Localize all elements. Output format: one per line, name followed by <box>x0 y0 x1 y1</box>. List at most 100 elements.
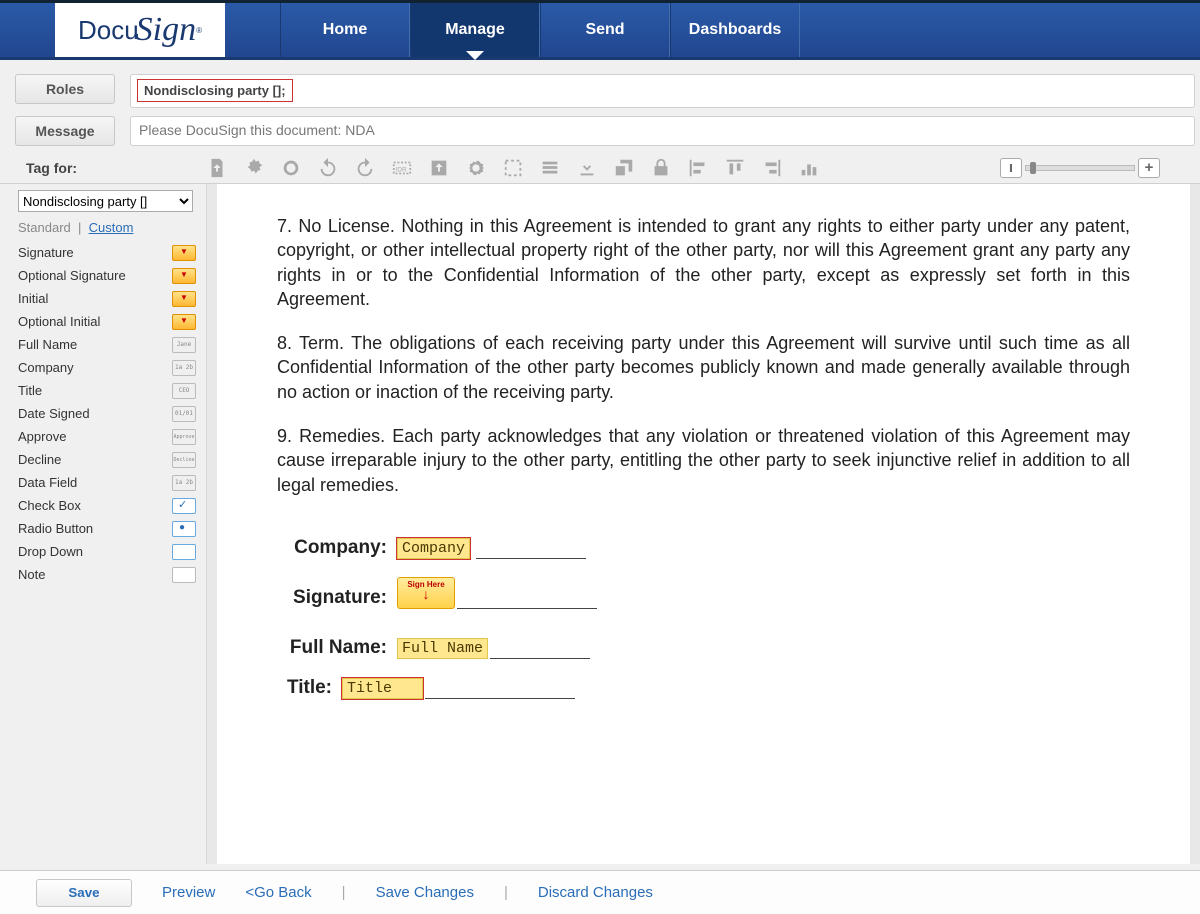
signature-icon <box>172 245 196 261</box>
page-down-icon[interactable] <box>206 157 228 179</box>
roles-button[interactable]: Roles <box>15 74 115 104</box>
footer-bar: Save Preview <Go Back | Save Changes | D… <box>0 870 1200 914</box>
align-top-icon[interactable] <box>724 157 746 179</box>
preview-link[interactable]: Preview <box>162 884 215 901</box>
dropdown-icon <box>172 544 196 560</box>
label-signature: Signature: <box>277 587 387 609</box>
footer-separator: | <box>504 884 508 901</box>
paragraph-7: 7. No License. Nothing in this Agreement… <box>277 214 1130 311</box>
zoom-slider[interactable] <box>1025 165 1135 171</box>
underline <box>425 681 575 699</box>
paragraph-8: 8. Term. The obligations of each receivi… <box>277 331 1130 404</box>
toolbar-icons: IDR <box>206 157 820 179</box>
field-company[interactable]: Company1a 2b <box>18 356 196 379</box>
nav-dashboards[interactable]: Dashboards <box>670 3 800 57</box>
gear-burst-icon[interactable] <box>243 157 265 179</box>
idr-icon[interactable]: IDR <box>391 157 413 179</box>
roles-input[interactable]: Nondisclosing party []; <box>130 74 1195 108</box>
custom-tab[interactable]: Custom <box>89 220 134 235</box>
nav-tabs: Home Manage Send Dashboards <box>280 3 800 57</box>
zoom-out-button[interactable]: ı <box>1000 158 1022 178</box>
field-note[interactable]: Note <box>18 563 196 586</box>
target-icon[interactable] <box>280 157 302 179</box>
select-area-icon[interactable] <box>502 157 524 179</box>
import-icon[interactable] <box>428 157 450 179</box>
underline <box>476 541 586 559</box>
title-icon: CEO <box>172 383 196 399</box>
standard-tab[interactable]: Standard <box>18 220 71 235</box>
field-check-box[interactable]: Check Box <box>18 494 196 517</box>
discard-changes-link[interactable]: Discard Changes <box>538 884 653 901</box>
footer-separator: | <box>342 884 346 901</box>
list-icon[interactable] <box>539 157 561 179</box>
toolbar-row: Tag for: IDR ı + <box>0 152 1200 184</box>
checkbox-icon <box>172 498 196 514</box>
name-icon: Jane <box>172 337 196 353</box>
logo: DocuSign® <box>55 3 225 57</box>
role-chip[interactable]: Nondisclosing party []; <box>137 79 293 102</box>
tag-for-label: Tag for: <box>26 160 186 176</box>
save-changes-link[interactable]: Save Changes <box>376 884 474 901</box>
zoom-control[interactable]: ı + <box>1000 158 1160 178</box>
save-button[interactable]: Save <box>36 879 132 907</box>
underline <box>490 641 590 659</box>
field-date-signed[interactable]: Date Signed01/01 <box>18 402 196 425</box>
approve-icon: Approve <box>172 429 196 445</box>
nav-send[interactable]: Send <box>540 3 670 57</box>
bring-forward-icon[interactable] <box>613 157 635 179</box>
field-optional-initial[interactable]: Optional Initial <box>18 310 196 333</box>
lock-icon[interactable] <box>650 157 672 179</box>
message-input[interactable]: Please DocuSign this document: NDA <box>130 116 1195 146</box>
decline-icon: Decline <box>172 452 196 468</box>
svg-text:IDR: IDR <box>396 166 407 173</box>
align-left-icon[interactable] <box>687 157 709 179</box>
tag-company[interactable]: Company <box>397 538 470 559</box>
initial-icon <box>172 291 196 307</box>
fields-sidebar: Nondisclosing party [] Standard | Custom… <box>0 184 206 864</box>
underline <box>457 591 597 609</box>
label-title: Title: <box>277 677 332 699</box>
field-initial[interactable]: Initial <box>18 287 196 310</box>
undo-icon[interactable] <box>317 157 339 179</box>
field-data-field[interactable]: Data Field1a 2b <box>18 471 196 494</box>
initial-icon <box>172 314 196 330</box>
data-field-icon: 1a 2b <box>172 475 196 491</box>
field-full-name[interactable]: Full NameJane <box>18 333 196 356</box>
chart-icon[interactable] <box>798 157 820 179</box>
nav-home[interactable]: Home <box>280 3 410 57</box>
tag-full-name[interactable]: Full Name <box>397 638 488 659</box>
document-canvas[interactable]: 7. No License. Nothing in this Agreement… <box>206 184 1200 864</box>
tab-separator: | <box>78 220 81 235</box>
field-drop-down[interactable]: Drop Down <box>18 540 196 563</box>
tag-for-select[interactable]: Nondisclosing party [] <box>18 190 193 212</box>
message-button[interactable]: Message <box>15 116 115 146</box>
align-right-icon[interactable] <box>761 157 783 179</box>
redo-icon[interactable] <box>354 157 376 179</box>
document-page: 7. No License. Nothing in this Agreement… <box>217 184 1190 864</box>
signature-icon <box>172 268 196 284</box>
field-optional-signature[interactable]: Optional Signature <box>18 264 196 287</box>
label-company: Company: <box>277 537 387 559</box>
field-decline[interactable]: DeclineDecline <box>18 448 196 471</box>
company-icon: 1a 2b <box>172 360 196 376</box>
field-signature[interactable]: Signature <box>18 241 196 264</box>
field-tabs: Standard | Custom <box>18 220 196 235</box>
tag-title[interactable]: Title <box>342 678 423 699</box>
top-nav-bar: DocuSign® Home Manage Send Dashboards <box>0 0 1200 60</box>
go-back-link[interactable]: <Go Back <box>245 884 311 901</box>
nav-manage[interactable]: Manage <box>410 3 540 57</box>
note-icon <box>172 567 196 583</box>
settings-icon[interactable] <box>465 157 487 179</box>
field-radio[interactable]: Radio Button <box>18 517 196 540</box>
logo-text-b: Sign <box>136 11 196 49</box>
label-full-name: Full Name: <box>277 637 387 659</box>
tag-sign-here[interactable]: Sign Here <box>397 577 455 609</box>
date-icon: 01/01 <box>172 406 196 422</box>
radio-icon <box>172 521 196 537</box>
zoom-in-button[interactable]: + <box>1138 158 1160 178</box>
paragraph-9: 9. Remedies. Each party acknowledges tha… <box>277 424 1130 497</box>
download-icon[interactable] <box>576 157 598 179</box>
field-approve[interactable]: ApproveApprove <box>18 425 196 448</box>
field-title[interactable]: TitleCEO <box>18 379 196 402</box>
logo-text-a: Docu <box>78 15 139 46</box>
